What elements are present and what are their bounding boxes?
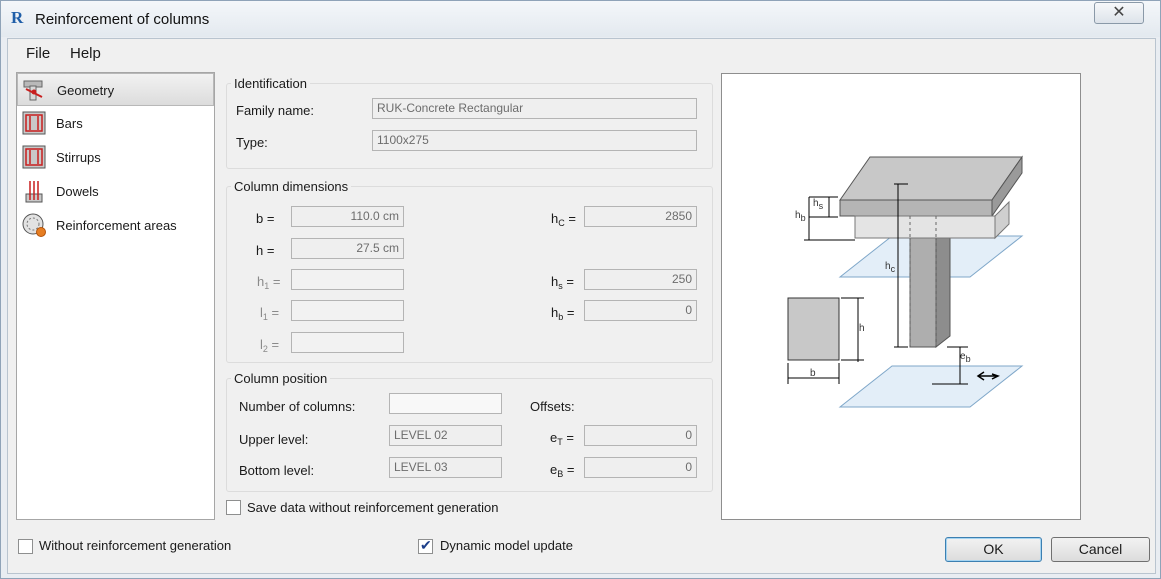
diagram-hs-label: hs <box>813 198 824 211</box>
family-name-field[interactable]: RUK-Concrete Rectangular <box>372 98 697 119</box>
et-field[interactable]: 0 <box>584 425 697 446</box>
identification-group <box>226 83 713 169</box>
hb-field[interactable]: 0 <box>584 300 697 321</box>
close-icon: ✕ <box>1112 4 1126 21</box>
h-field[interactable]: 27.5 cm <box>291 238 404 259</box>
upper-level-label: Upper level: <box>239 432 309 447</box>
reinforcement-areas-icon <box>22 213 46 237</box>
bottom-level-label: Bottom level: <box>239 463 315 478</box>
l2-field[interactable] <box>291 332 404 353</box>
l1-label: l1 = <box>260 305 280 322</box>
without-generation-label: Without reinforcement generation <box>39 538 232 553</box>
nav-item-stirrups[interactable]: Stirrups <box>17 141 214 174</box>
dynamic-update-label: Dynamic model update <box>440 538 573 553</box>
family-name-label: Family name: <box>236 103 315 118</box>
menu-bar: File Help <box>8 39 1155 67</box>
h-label: h = <box>256 243 275 258</box>
ok-button[interactable]: OK <box>945 537 1042 562</box>
hs-label: hs = <box>551 274 574 291</box>
diagram-h-label: h <box>859 323 865 334</box>
nav-item-geometry[interactable]: Geometry <box>17 73 214 106</box>
save-without-generation-label: Save data without reinforcement generati… <box>247 500 499 515</box>
et-label: eT = <box>550 430 574 447</box>
without-generation-checkbox[interactable] <box>18 539 33 554</box>
diagram-b-label: b <box>810 368 816 379</box>
column-diagram <box>787 155 1024 408</box>
b-label: b = <box>256 211 275 226</box>
stirrups-icon <box>22 145 46 169</box>
hc-label: hC = <box>551 211 576 228</box>
checkmark-icon: ✔ <box>420 537 432 553</box>
number-of-columns-label: Number of columns: <box>239 399 356 414</box>
category-list: Geometry Bars Stirrups Dowels Reinforcem… <box>16 72 215 520</box>
column-dimensions-title: Column dimensions <box>231 179 352 194</box>
save-without-generation-checkbox[interactable] <box>226 500 241 515</box>
dynamic-update-checkbox[interactable]: ✔ <box>418 537 433 554</box>
eb-field[interactable]: 0 <box>584 457 697 478</box>
window-title: Reinforcement of columns <box>35 11 210 28</box>
b-field[interactable]: 110.0 cm <box>291 206 404 227</box>
offsets-label: Offsets: <box>530 399 575 414</box>
type-field[interactable]: 1100x275 <box>372 130 697 151</box>
geometry-icon <box>23 80 43 101</box>
diagram-eb-label: eb <box>960 351 971 364</box>
hs-field[interactable]: 250 <box>584 269 697 290</box>
hc-field[interactable]: 2850 <box>584 206 697 227</box>
bottom-level-field[interactable]: LEVEL 03 <box>389 457 502 478</box>
menu-file[interactable]: File <box>26 45 50 62</box>
l1-field[interactable] <box>291 300 404 321</box>
h1-field[interactable] <box>291 269 404 290</box>
upper-level-field[interactable]: LEVEL 02 <box>389 425 502 446</box>
diagram-hc-label: hc <box>885 261 896 274</box>
nav-item-label: Stirrups <box>56 150 101 165</box>
close-button[interactable]: ✕ <box>1094 2 1144 24</box>
hb-label: hb = <box>551 305 575 322</box>
revit-app-icon: R <box>11 8 24 27</box>
nav-item-label: Dowels <box>56 184 99 199</box>
bars-icon <box>22 111 46 135</box>
nav-item-label: Reinforcement areas <box>56 218 177 233</box>
title-bar: R Reinforcement of columns ✕ <box>1 1 1160 37</box>
type-label: Type: <box>236 135 268 150</box>
nav-item-label: Geometry <box>57 83 115 98</box>
identification-title: Identification <box>231 76 310 91</box>
nav-item-reinforcement-areas[interactable]: Reinforcement areas <box>17 209 214 242</box>
diagram-hb-label: hb <box>795 210 806 223</box>
column-preview-panel: hs hb hc h b eb <box>721 73 1081 520</box>
dowels-icon <box>25 181 43 203</box>
cancel-button[interactable]: Cancel <box>1051 537 1150 562</box>
menu-help[interactable]: Help <box>70 45 101 62</box>
dialog-window: R Reinforcement of columns ✕ File Help G… <box>0 0 1161 579</box>
h1-label: h1 = <box>257 274 281 291</box>
l2-label: l2 = <box>260 337 280 354</box>
nav-item-bars[interactable]: Bars <box>17 107 214 140</box>
nav-item-dowels[interactable]: Dowels <box>17 175 214 208</box>
column-position-title: Column position <box>231 371 331 386</box>
number-of-columns-field[interactable] <box>389 393 502 414</box>
eb-label: eB = <box>550 462 575 479</box>
dialog-client-area: File Help Geometry Bars Stirrups Dowels … <box>7 38 1156 574</box>
nav-item-label: Bars <box>56 116 83 131</box>
